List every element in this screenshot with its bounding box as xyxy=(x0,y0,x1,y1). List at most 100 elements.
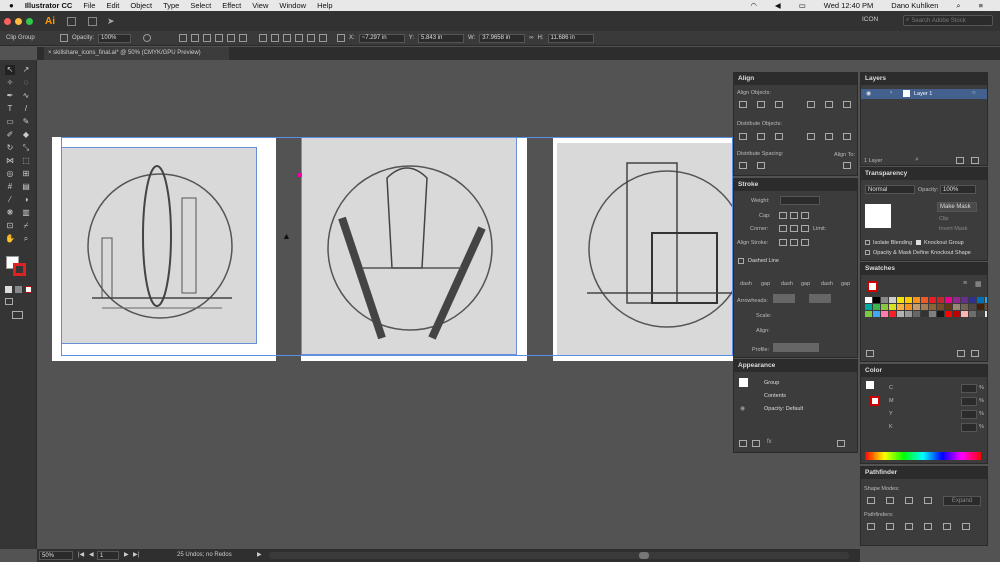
swatch[interactable] xyxy=(889,311,896,317)
swatch[interactable] xyxy=(929,304,936,310)
line-tool-icon[interactable]: / xyxy=(21,104,31,114)
vertical-align-center-icon[interactable] xyxy=(825,101,833,108)
horizontal-align-left-icon[interactable] xyxy=(739,101,747,108)
swatch[interactable] xyxy=(921,304,928,310)
artboard-1[interactable] xyxy=(52,137,276,361)
horizontal-align-center-icon[interactable] xyxy=(757,101,765,108)
swatch[interactable] xyxy=(889,297,896,303)
align-stroke-inside-icon[interactable] xyxy=(790,239,798,246)
crop-icon[interactable] xyxy=(924,523,932,530)
menu-select[interactable]: Select xyxy=(190,1,211,10)
h-field[interactable]: 11.686 in xyxy=(547,33,594,43)
invert-mask-checkbox[interactable]: Invert Mask xyxy=(939,226,967,232)
clip-checkbox[interactable]: Clip xyxy=(939,216,948,222)
shape-builder-icon[interactable]: ◎ xyxy=(5,169,15,179)
swatch[interactable] xyxy=(969,311,976,317)
document-tab[interactable]: × skillshare_icons_final.ai* @ 50% (CMYK… xyxy=(44,47,229,60)
intersect-icon[interactable] xyxy=(905,497,913,504)
menu-effect[interactable]: Effect xyxy=(222,1,241,10)
selection-handle[interactable] xyxy=(298,173,302,177)
swatch[interactable] xyxy=(881,297,888,303)
stock-search-input[interactable]: ⌕ Search Adobe Stock xyxy=(903,15,993,26)
blend-mode-select[interactable]: Normal xyxy=(865,185,915,194)
swatch[interactable] xyxy=(873,304,880,310)
slice-tool-icon[interactable]: ⌿ xyxy=(21,221,31,231)
weight-field[interactable] xyxy=(780,196,820,205)
selection-tool-icon[interactable]: ↖ xyxy=(5,65,15,75)
swatch[interactable] xyxy=(929,311,936,317)
align-stroke-center-icon[interactable] xyxy=(779,239,787,246)
swatch[interactable] xyxy=(969,297,976,303)
swatch[interactable] xyxy=(929,297,936,303)
distribute-bottom-icon[interactable] xyxy=(283,34,292,42)
prev-artboard-icon[interactable]: ◀ xyxy=(89,551,94,558)
align-center-icon[interactable] xyxy=(191,34,200,42)
status-menu-icon[interactable]: ▶ xyxy=(257,551,262,558)
merge-icon[interactable] xyxy=(905,523,913,530)
swatch[interactable] xyxy=(905,297,912,303)
battery-icon[interactable]: ▭ xyxy=(799,1,806,10)
volume-icon[interactable]: ◀ xyxy=(775,1,781,10)
link-icon[interactable]: ∞ xyxy=(529,35,533,41)
layer-target-icon[interactable]: ○ xyxy=(972,90,976,96)
horizontal-distribute-right-icon[interactable] xyxy=(843,133,851,140)
outline-icon[interactable] xyxy=(943,523,951,530)
layer-name[interactable]: Layer 1 xyxy=(914,91,932,97)
zoom-window-icon[interactable] xyxy=(26,17,33,25)
perspective-grid-icon[interactable]: ⊞ xyxy=(21,169,31,179)
menu-file[interactable]: File xyxy=(83,1,95,10)
swatch[interactable] xyxy=(921,297,928,303)
yellow-field[interactable] xyxy=(961,410,977,419)
swatch[interactable] xyxy=(865,311,872,317)
start-arrowhead-select[interactable] xyxy=(773,294,795,303)
rectangle-tool-icon[interactable]: ▭ xyxy=(5,117,15,127)
app-name[interactable]: Illustrator CC xyxy=(25,1,73,10)
horizontal-scrollbar[interactable] xyxy=(269,552,849,559)
swatch[interactable] xyxy=(913,304,920,310)
zoom-field[interactable]: 50% xyxy=(39,551,73,560)
gradient-tool-icon[interactable]: ▤ xyxy=(21,182,31,192)
screen-mode-icon[interactable] xyxy=(12,311,23,319)
appearance-opacity[interactable]: Opacity: Default xyxy=(764,406,803,412)
bevel-join-icon[interactable] xyxy=(801,225,809,232)
projecting-cap-icon[interactable] xyxy=(801,212,809,219)
spotlight-icon[interactable]: ⌕ xyxy=(956,1,960,11)
swatch[interactable] xyxy=(969,304,976,310)
isolate-checkbox-box[interactable] xyxy=(865,240,870,245)
scale-tool-icon[interactable]: ⤡ xyxy=(21,143,31,153)
add-stroke-icon[interactable] xyxy=(739,440,747,447)
menu-window[interactable]: Window xyxy=(279,1,306,10)
swatch-grid[interactable] xyxy=(865,297,987,317)
apple-icon[interactable]: ● xyxy=(9,1,14,10)
magenta-field[interactable] xyxy=(961,397,977,406)
delete-item-icon[interactable] xyxy=(837,440,845,447)
minus-back-icon[interactable] xyxy=(962,523,970,530)
swatch-libraries-icon[interactable] xyxy=(866,350,874,357)
swatch[interactable] xyxy=(985,304,987,310)
direct-select-tool-icon[interactable]: ↗ xyxy=(21,65,31,75)
align-middle-icon[interactable] xyxy=(227,34,236,42)
align-top-icon[interactable] xyxy=(215,34,224,42)
eyedropper-icon[interactable]: ⁄ xyxy=(5,195,15,205)
round-cap-icon[interactable] xyxy=(790,212,798,219)
align-to-selection-icon[interactable] xyxy=(843,162,851,169)
blend-tool-icon[interactable]: ◑ xyxy=(21,195,31,205)
layer-expand-icon[interactable]: › xyxy=(890,90,892,96)
user-name[interactable]: Dano Kuhlken xyxy=(891,1,938,10)
artboard-number-field[interactable]: 1 xyxy=(97,551,119,560)
workspace-switcher[interactable]: ICON xyxy=(862,16,878,23)
align-bottom-icon[interactable] xyxy=(239,34,248,42)
swatch[interactable] xyxy=(977,297,984,303)
first-artboard-icon[interactable]: |◀ xyxy=(78,551,84,558)
mesh-tool-icon[interactable]: # xyxy=(5,182,15,192)
swatch[interactable] xyxy=(865,304,872,310)
type-tool-icon[interactable]: T xyxy=(5,104,15,114)
align-right-icon[interactable] xyxy=(203,34,212,42)
list-view-icon[interactable]: ≡ xyxy=(963,280,967,287)
locate-object-icon[interactable]: ⌕ xyxy=(915,156,919,164)
vertical-distribute-center-icon[interactable] xyxy=(757,133,765,140)
dashed-line-checkbox[interactable] xyxy=(738,258,744,264)
swatch[interactable] xyxy=(865,297,872,303)
distribute-left-icon[interactable] xyxy=(295,34,304,42)
artboard-3[interactable] xyxy=(553,137,746,361)
